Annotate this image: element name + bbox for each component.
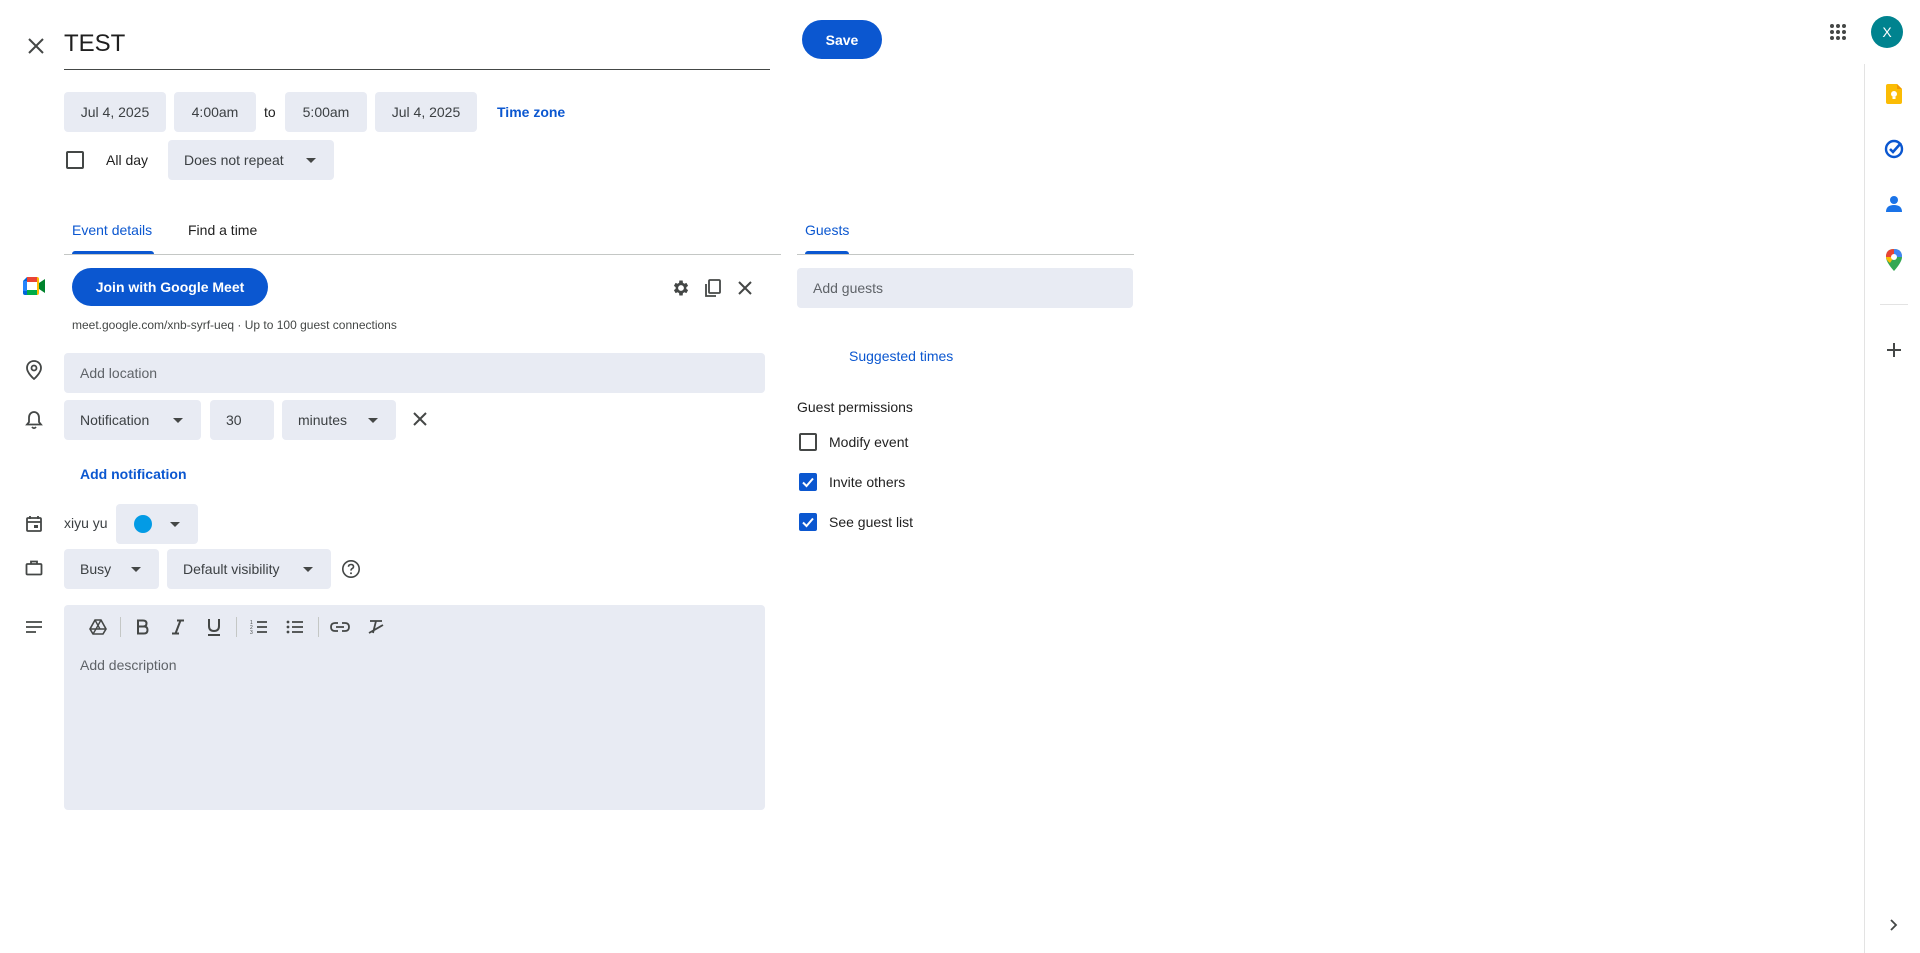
start-time-field[interactable]: 4:00am [174, 92, 256, 132]
start-time-value: 4:00am [191, 104, 239, 120]
notification-type-value: Notification [80, 412, 150, 428]
chevron-down-icon [303, 567, 313, 572]
add-addon-icon[interactable] [1880, 336, 1908, 364]
invite-others-checkbox[interactable] [799, 473, 817, 491]
join-meet-button[interactable]: Join with Google Meet [72, 268, 268, 306]
toolbar-separator [318, 617, 319, 637]
modify-event-label: Modify event [829, 434, 909, 450]
add-notification-link[interactable]: Add notification [80, 466, 187, 482]
chevron-down-icon [170, 522, 180, 527]
svg-text:3: 3 [250, 630, 253, 635]
tabs-divider [64, 254, 781, 255]
repeat-dropdown[interactable]: Does not repeat [168, 140, 334, 180]
clear-formatting-icon[interactable] [362, 613, 390, 641]
side-panel-divider [1864, 64, 1865, 953]
close-icon[interactable] [22, 32, 50, 60]
bell-icon [22, 408, 46, 432]
italic-icon[interactable] [164, 613, 192, 641]
underline-icon[interactable] [200, 613, 228, 641]
all-day-label: All day [106, 152, 149, 168]
copy-icon[interactable] [699, 274, 727, 302]
notification-type-dropdown[interactable]: Notification [64, 400, 201, 440]
repeat-value: Does not repeat [184, 152, 284, 168]
link-icon[interactable] [326, 613, 354, 641]
avatar[interactable]: X [1871, 16, 1903, 48]
time-zone-link[interactable]: Time zone [497, 104, 565, 120]
add-guests-placeholder: Add guests [813, 280, 884, 296]
guest-permissions-title: Guest permissions [797, 399, 913, 415]
calendar-color-dropdown[interactable] [116, 504, 198, 544]
toolbar-separator [120, 617, 121, 637]
see-guest-list-checkbox[interactable] [799, 513, 817, 531]
end-time-value: 5:00am [302, 104, 350, 120]
add-guests-input[interactable]: Add guests [797, 268, 1133, 308]
remove-meet-icon[interactable] [731, 274, 759, 302]
modify-event-checkbox[interactable] [799, 433, 817, 451]
chevron-down-icon [368, 418, 378, 423]
description-placeholder: Add description [80, 657, 177, 673]
chevron-down-icon [131, 567, 141, 572]
visibility-dropdown[interactable]: Default visibility [167, 549, 331, 589]
start-date-field[interactable]: Jul 4, 2025 [64, 92, 166, 132]
availability-dropdown[interactable]: Busy [64, 549, 159, 589]
see-guest-list-label: See guest list [829, 514, 914, 530]
tab-guests[interactable]: Guests [805, 222, 849, 238]
invite-others-label: Invite others [829, 474, 906, 490]
description-editor[interactable]: 123 Add description [64, 605, 765, 810]
avatar-letter: X [1882, 24, 1892, 40]
start-date-value: Jul 4, 2025 [80, 104, 150, 120]
visibility-value: Default visibility [183, 561, 280, 577]
meet-info-text: meet.google.com/xnb-syrf-ueq · Up to 100… [72, 318, 397, 332]
tasks-icon[interactable] [1880, 135, 1908, 163]
toolbar-separator [236, 617, 237, 637]
location-input[interactable]: Add location [64, 353, 765, 393]
maps-icon[interactable] [1880, 246, 1908, 274]
save-button-label: Save [825, 31, 859, 48]
notification-unit-dropdown[interactable]: minutes [282, 400, 396, 440]
chevron-right-icon[interactable] [1880, 911, 1908, 939]
gear-icon[interactable] [667, 274, 695, 302]
title-field[interactable]: TEST [64, 24, 770, 70]
calendar-owner: xiyu yu [64, 515, 108, 531]
calendar-color-swatch [134, 515, 152, 533]
join-meet-label: Join with Google Meet [95, 279, 245, 295]
description-icon [22, 615, 46, 639]
location-placeholder: Add location [80, 365, 158, 381]
availability-value: Busy [80, 561, 112, 577]
bold-icon[interactable] [128, 613, 156, 641]
notification-amount-input[interactable]: 30 [210, 400, 274, 440]
to-label: to [264, 104, 276, 120]
title-value: TEST [64, 30, 126, 57]
tab-event-details[interactable]: Event details [72, 222, 152, 238]
tab-find-a-time[interactable]: Find a time [188, 222, 257, 238]
guests-tabs-divider [797, 254, 1134, 255]
end-date-value: Jul 4, 2025 [391, 104, 461, 120]
notification-amount-value: 30 [226, 412, 242, 428]
notification-unit-value: minutes [298, 412, 348, 428]
location-pin-icon [22, 358, 46, 382]
google-meet-icon [22, 276, 46, 296]
drive-icon[interactable] [84, 613, 112, 641]
remove-notification-icon[interactable] [406, 405, 434, 433]
end-date-field[interactable]: Jul 4, 2025 [375, 92, 477, 132]
bulleted-list-icon[interactable] [281, 613, 309, 641]
chevron-down-icon [306, 158, 316, 163]
save-button[interactable]: Save [802, 20, 882, 59]
all-day-checkbox[interactable] [66, 151, 84, 169]
briefcase-icon [22, 556, 46, 580]
help-icon[interactable] [337, 555, 365, 583]
contacts-icon[interactable] [1880, 190, 1908, 218]
chevron-down-icon [173, 418, 183, 423]
side-panel-separator [1880, 304, 1908, 305]
calendar-icon [22, 512, 46, 536]
end-time-field[interactable]: 5:00am [285, 92, 367, 132]
keep-icon[interactable] [1880, 80, 1908, 108]
numbered-list-icon[interactable]: 123 [245, 613, 273, 641]
suggested-times-link[interactable]: Suggested times [849, 348, 953, 364]
apps-grid-icon[interactable] [1824, 18, 1852, 46]
